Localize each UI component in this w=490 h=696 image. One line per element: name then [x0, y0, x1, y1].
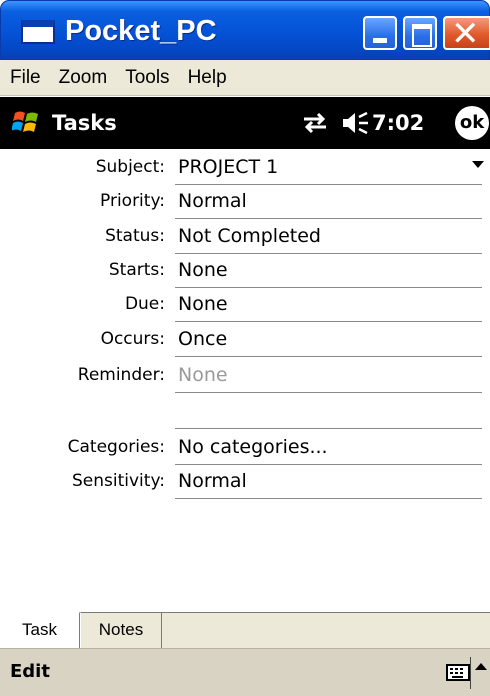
- subject-dropdown[interactable]: PROJECT 1: [175, 149, 484, 185]
- speaker-icon[interactable]: [340, 110, 370, 136]
- navigation-bar: Tasks 7:02 ok: [0, 97, 490, 149]
- sync-arrows-icon[interactable]: [300, 111, 330, 135]
- due-value: None: [178, 293, 228, 315]
- due-row: Due: None: [0, 286, 490, 322]
- priority-row: Priority: Normal: [0, 183, 490, 219]
- menu-help[interactable]: Help: [182, 67, 239, 89]
- categories-value: No categories...: [178, 436, 328, 458]
- due-field[interactable]: None: [175, 286, 482, 322]
- status-row: Status: Not Completed: [0, 218, 490, 254]
- edit-menu-button[interactable]: Edit: [10, 649, 50, 695]
- maximize-button[interactable]: [403, 16, 437, 50]
- starts-label: Starts:: [108, 260, 165, 280]
- occurs-field[interactable]: Once: [175, 321, 482, 357]
- sip-divider: [470, 657, 471, 689]
- menu-tools[interactable]: Tools: [119, 67, 181, 89]
- tab-strip: Task Notes: [0, 612, 490, 648]
- reminder-label: Reminder:: [77, 365, 165, 385]
- starts-field[interactable]: None: [175, 252, 482, 288]
- priority-label: Priority:: [100, 191, 165, 211]
- categories-label: Categories:: [67, 437, 165, 457]
- occurs-row: Occurs: Once: [0, 321, 490, 357]
- categories-row: Categories: No categories...: [0, 429, 490, 465]
- sensitivity-field[interactable]: Normal: [175, 463, 482, 499]
- blank-row: [0, 393, 490, 429]
- status-label: Status:: [105, 226, 165, 246]
- close-icon: ✕: [451, 14, 480, 54]
- chevron-up-icon[interactable]: [475, 663, 487, 670]
- priority-field[interactable]: Normal: [175, 183, 482, 219]
- window-title-bar[interactable]: Pocket_PC ✕: [0, 0, 490, 60]
- starts-value: None: [178, 259, 228, 281]
- occurs-value: Once: [178, 328, 228, 350]
- occurs-label: Occurs:: [100, 329, 165, 349]
- subject-value: PROJECT 1: [178, 156, 279, 178]
- tab-task[interactable]: Task: [0, 612, 80, 648]
- app-title: Tasks: [52, 111, 117, 135]
- priority-value: Normal: [178, 190, 247, 212]
- starts-row: Starts: None: [0, 252, 490, 288]
- categories-field[interactable]: No categories...: [175, 429, 482, 465]
- clock[interactable]: 7:02: [372, 97, 424, 149]
- dropdown-arrow-icon[interactable]: [472, 161, 484, 168]
- reminder-row: Reminder: None: [0, 357, 490, 393]
- status-value: Not Completed: [178, 225, 321, 247]
- sensitivity-label: Sensitivity:: [72, 471, 165, 491]
- blank-field[interactable]: [175, 393, 482, 429]
- reminder-value: None: [178, 364, 228, 386]
- menu-bar: File Zoom Tools Help: [0, 60, 490, 96]
- sensitivity-row: Sensitivity: Normal: [0, 463, 490, 499]
- menu-file[interactable]: File: [0, 67, 53, 89]
- sensitivity-value: Normal: [178, 470, 247, 492]
- subject-row: Subject: PROJECT 1: [0, 149, 490, 185]
- keyboard-icon[interactable]: [446, 663, 476, 683]
- minimize-button[interactable]: [363, 16, 397, 50]
- close-button[interactable]: ✕: [443, 14, 490, 54]
- windows-flag-icon[interactable]: [12, 107, 42, 137]
- window-title: Pocket_PC: [65, 15, 217, 47]
- tab-notes[interactable]: Notes: [80, 612, 162, 648]
- subject-label: Subject:: [95, 157, 165, 177]
- status-field[interactable]: Not Completed: [175, 218, 482, 254]
- due-label: Due:: [124, 294, 165, 314]
- ok-button[interactable]: ok: [455, 106, 489, 140]
- command-bar: Edit: [0, 648, 490, 696]
- reminder-field[interactable]: None: [175, 357, 482, 393]
- menu-zoom[interactable]: Zoom: [53, 67, 120, 89]
- window-icon: [21, 20, 55, 44]
